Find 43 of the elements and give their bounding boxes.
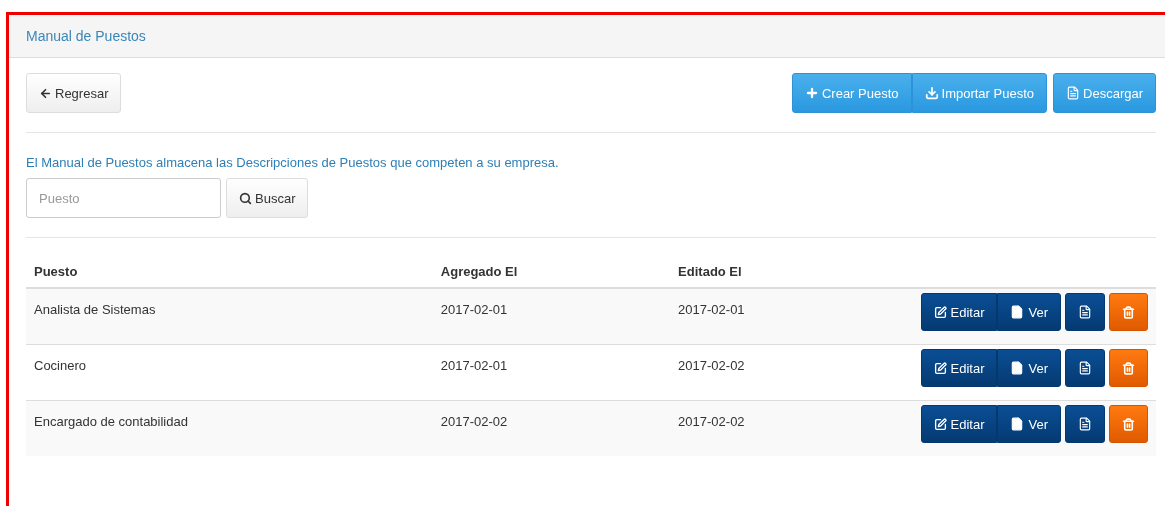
table-cell: 2017-02-01 (440, 302, 508, 317)
pdf-button[interactable] (1065, 349, 1105, 387)
file-icon (1010, 361, 1025, 375)
table-cell: 2017-02-01 (678, 302, 745, 317)
table-cell: 2017-02-02 (440, 414, 508, 429)
trash-icon (1122, 305, 1135, 319)
search-field[interactable]: Puesto (26, 178, 221, 218)
plus-icon (804, 86, 819, 100)
edit-button[interactable]: Editar (920, 349, 998, 387)
edit-icon (933, 305, 947, 319)
file-icon (1010, 417, 1025, 431)
view-button[interactable]: Ver (997, 293, 1061, 331)
table-cell: 2017-02-01 (440, 358, 508, 373)
back-button[interactable]: Regresar (26, 73, 122, 113)
table-cell: 2017-02-02 (678, 414, 745, 429)
view-button[interactable]: Ver (997, 349, 1061, 387)
trash-icon (1122, 361, 1135, 375)
edit-icon (933, 361, 947, 375)
search-icon (239, 191, 252, 205)
delete-button[interactable] (1109, 293, 1148, 331)
pdf-file-icon (1078, 417, 1092, 431)
edit-button[interactable]: Editar (920, 293, 998, 331)
pdf-file-icon (1078, 305, 1092, 319)
table-cell: 2017-02-02 (678, 358, 745, 373)
arrow-left-icon (39, 86, 52, 100)
pdf-button[interactable] (1065, 405, 1105, 443)
trash-icon (1122, 417, 1135, 431)
delete-button[interactable] (1109, 349, 1148, 387)
download-icon (924, 86, 939, 100)
file-icon (1010, 305, 1025, 319)
panel-title: Manual de Puestos (26, 28, 146, 44)
table-cell: Encargado de contabilidad (34, 414, 188, 429)
pdf-file-icon (1078, 361, 1092, 375)
edit-button[interactable]: Editar (920, 405, 998, 443)
table-cell: Analista de Sistemas (34, 302, 156, 317)
view-button[interactable]: Ver (997, 405, 1061, 443)
table-cell: Cocinero (34, 358, 87, 373)
edit-icon (933, 417, 947, 431)
pdf-button[interactable] (1065, 293, 1105, 331)
pdf-file-icon (1066, 86, 1081, 100)
description-text: El Manual de Puestos almacena las Descripciones de Puestos que competen a su empresa. (26, 155, 560, 170)
search-button[interactable]: Buscar (226, 178, 309, 218)
delete-button[interactable] (1109, 405, 1148, 443)
